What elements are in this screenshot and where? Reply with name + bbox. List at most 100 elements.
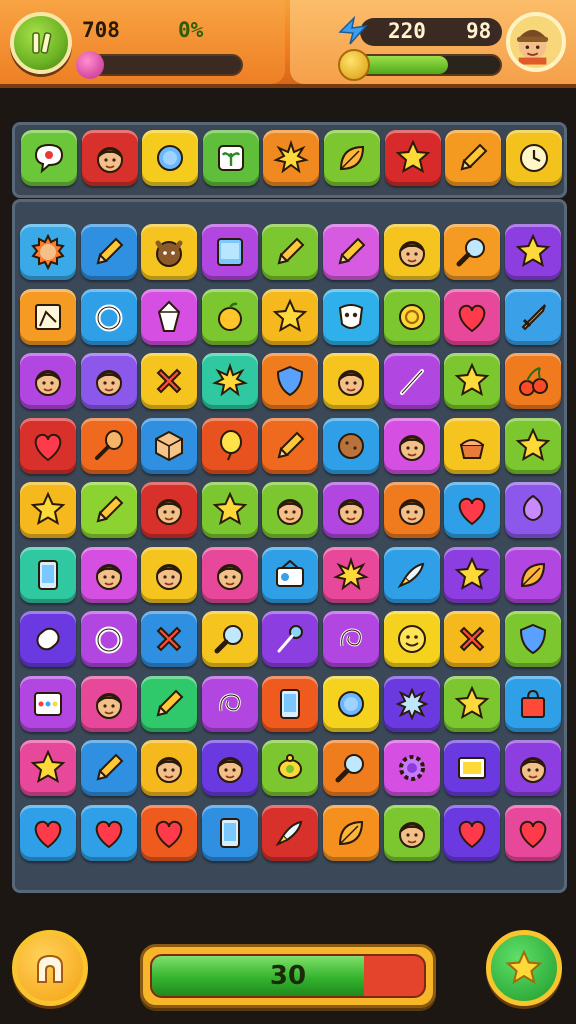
board-tile[interactable] [80, 804, 137, 861]
board-tile[interactable] [504, 482, 561, 538]
board-tile[interactable] [20, 417, 76, 474]
board-tile[interactable] [444, 224, 501, 280]
board-tile[interactable] [383, 482, 440, 538]
board-tile[interactable] [262, 804, 319, 861]
board-tile[interactable] [20, 353, 76, 409]
board-tile[interactable] [80, 482, 137, 538]
board-tile[interactable] [80, 288, 137, 345]
board-tile[interactable] [383, 353, 440, 409]
board-tile[interactable] [141, 417, 198, 474]
board-tile[interactable] [201, 288, 258, 345]
board-tile[interactable] [201, 417, 258, 474]
board-tile[interactable] [504, 224, 561, 280]
board-tile[interactable] [262, 675, 319, 732]
board-tile[interactable] [504, 546, 561, 603]
board-tile[interactable] [504, 675, 561, 732]
board-tile[interactable] [383, 546, 440, 603]
board-tile[interactable] [444, 546, 501, 603]
board-tile[interactable] [80, 353, 137, 409]
board-tile[interactable] [262, 740, 319, 796]
board-tile[interactable] [262, 417, 319, 474]
board-tile[interactable] [444, 804, 501, 861]
board-tile[interactable] [504, 611, 561, 667]
board-tile[interactable] [201, 804, 258, 861]
board-tile[interactable] [20, 675, 76, 732]
board-tile[interactable] [80, 675, 137, 732]
board-tile[interactable] [383, 675, 440, 732]
board-tile[interactable] [262, 482, 319, 538]
board-tile[interactable] [141, 611, 198, 667]
tray-slot[interactable] [445, 130, 502, 186]
board-tile[interactable] [504, 288, 561, 345]
board-tile[interactable] [383, 740, 440, 796]
board-tile[interactable] [141, 224, 198, 280]
board-tile[interactable] [383, 804, 440, 861]
board-tile[interactable] [323, 417, 379, 474]
board-tile[interactable] [504, 740, 561, 796]
board-tile[interactable] [323, 546, 379, 603]
board-tile[interactable] [20, 611, 76, 667]
board-tile[interactable] [383, 288, 440, 345]
board-tile[interactable] [201, 482, 258, 538]
tray-slot[interactable] [142, 130, 199, 186]
board-tile[interactable] [262, 353, 319, 409]
board-tile[interactable] [504, 417, 561, 474]
board-tile[interactable] [383, 417, 440, 474]
tray-slot[interactable] [324, 130, 380, 186]
board-tile[interactable] [323, 675, 379, 732]
board-tile[interactable] [444, 482, 501, 538]
board-tile[interactable] [201, 740, 258, 796]
tray-slot[interactable] [263, 130, 320, 186]
board-tile[interactable] [20, 288, 76, 345]
board-tile[interactable] [201, 611, 258, 667]
board-tile[interactable] [444, 740, 501, 796]
board-tile[interactable] [323, 353, 379, 409]
board-tile[interactable] [141, 740, 198, 796]
board-tile[interactable] [323, 611, 379, 667]
board-tile[interactable] [80, 546, 137, 603]
board-tile[interactable] [444, 353, 501, 409]
board-tile[interactable] [383, 611, 440, 667]
board-tile[interactable] [504, 353, 561, 409]
board-tile[interactable] [383, 224, 440, 280]
player-avatar[interactable] [506, 12, 566, 72]
board-tile[interactable] [444, 675, 501, 732]
board-tile[interactable] [80, 611, 137, 667]
home-button[interactable] [12, 930, 88, 1006]
board-tile[interactable] [20, 546, 76, 603]
tray-slot[interactable] [81, 130, 138, 186]
board-tile[interactable] [20, 740, 76, 796]
board-tile[interactable] [20, 224, 76, 280]
board-tile[interactable] [262, 546, 319, 603]
board-tile[interactable] [201, 546, 258, 603]
board-tile[interactable] [141, 675, 198, 732]
tray-slot[interactable] [505, 130, 562, 186]
board-tile[interactable] [323, 482, 379, 538]
board-tile[interactable] [80, 417, 137, 474]
board-tile[interactable] [444, 611, 501, 667]
board-tile[interactable] [20, 482, 76, 538]
pause-button[interactable] [10, 12, 72, 74]
board-tile[interactable] [262, 611, 319, 667]
board-tile[interactable] [504, 804, 561, 861]
board-tile[interactable] [323, 224, 379, 280]
board-tile[interactable] [20, 804, 76, 861]
board-tile[interactable] [201, 675, 258, 732]
board-tile[interactable] [201, 224, 258, 280]
tray-slot[interactable] [202, 130, 259, 186]
tray-slot[interactable] [21, 130, 77, 186]
board-tile[interactable] [141, 482, 198, 538]
board-tile[interactable] [201, 353, 258, 409]
star-button[interactable] [486, 930, 562, 1006]
board-tile[interactable] [444, 417, 501, 474]
board-tile[interactable] [80, 740, 137, 796]
board-tile[interactable] [141, 353, 198, 409]
board-tile[interactable] [323, 804, 379, 861]
tray-slot[interactable] [384, 130, 441, 186]
board-tile[interactable] [323, 740, 379, 796]
board-tile[interactable] [141, 288, 198, 345]
board-tile[interactable] [141, 804, 198, 861]
board-tile[interactable] [141, 546, 198, 603]
board-tile[interactable] [444, 288, 501, 345]
board-tile[interactable] [80, 224, 137, 280]
